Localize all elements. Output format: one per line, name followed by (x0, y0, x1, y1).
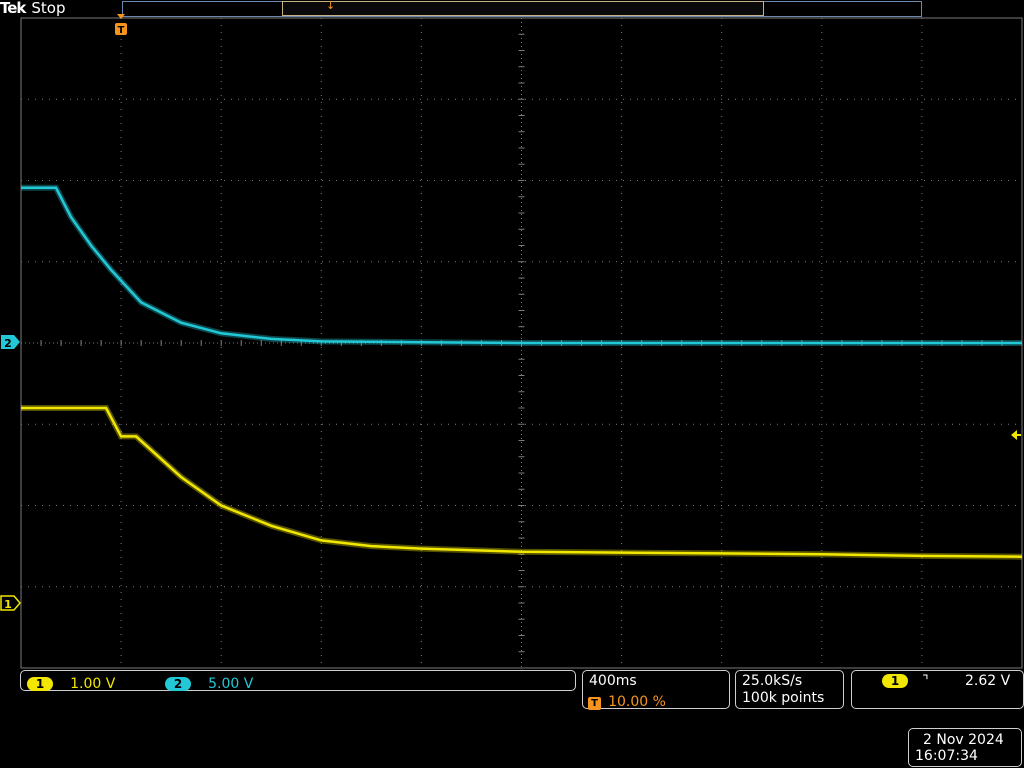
expansion-point-marker: ↓ (326, 0, 336, 12)
svg-text:1: 1 (4, 598, 12, 611)
acquisition-state: Stop (31, 0, 66, 17)
waveform-display (20, 17, 1023, 669)
trigger-position-value: 10.00 % (608, 694, 666, 710)
trigger-position-icon: T (115, 14, 127, 36)
svg-text:T: T (118, 25, 125, 36)
ch2-trace-glow (21, 184, 1022, 346)
datetime-box: 2 Nov 2024 16:07:34 (908, 728, 1022, 767)
horizontal-readout-box[interactable]: 400ms T 10.00 % (582, 670, 730, 710)
time-per-div: 400ms (589, 673, 637, 689)
trigger-position-marker[interactable]: T (114, 14, 128, 36)
ch1-marker-icon: 1 (0, 595, 21, 611)
ch1-ground-marker[interactable]: 1 (0, 595, 22, 611)
brand-status: Tek Stop (0, 0, 66, 16)
ch2-marker-icon: 2 (1, 335, 20, 350)
ch2-scale: 5.00 V (208, 676, 254, 692)
record-view-window (282, 1, 764, 16)
trigger-level: 2.62 V (965, 673, 1011, 689)
sample-rate: 25.0kS/s (742, 673, 803, 689)
record-length: 100k points (742, 690, 825, 706)
trigger-source-badge: 1 (882, 674, 908, 688)
trigger-t-icon: T (588, 697, 601, 710)
ch2-readout[interactable]: 2 5.00 V (165, 673, 253, 692)
trigger-slope-icon: ⌝ (922, 673, 929, 689)
trigger-readout-box[interactable]: 1 ⌝ 2.62 V (851, 670, 1024, 709)
ch1-readout[interactable]: 1 1.00 V (27, 673, 115, 692)
trigger-level-marker[interactable] (1010, 426, 1022, 440)
date-readout: 2 Nov 2024 (923, 732, 1004, 748)
svg-text:2: 2 (4, 337, 12, 350)
ch1-badge: 1 (27, 677, 53, 691)
tek-logo: Tek (0, 0, 26, 17)
acquisition-readout-box[interactable]: 25.0kS/s 100k points (735, 670, 844, 709)
ch1-scale: 1.00 V (70, 676, 116, 692)
waveform-traces (21, 184, 1023, 560)
time-readout: 16:07:34 (915, 748, 978, 764)
ch2-badge: 2 (165, 677, 191, 691)
trigger-position-readout: T 10.00 % (588, 691, 666, 710)
ch2-ground-marker[interactable]: 2 (0, 334, 22, 350)
channel-readout-box: 1 1.00 V 2 5.00 V (20, 670, 576, 692)
trigger-level-icon (1011, 430, 1021, 440)
